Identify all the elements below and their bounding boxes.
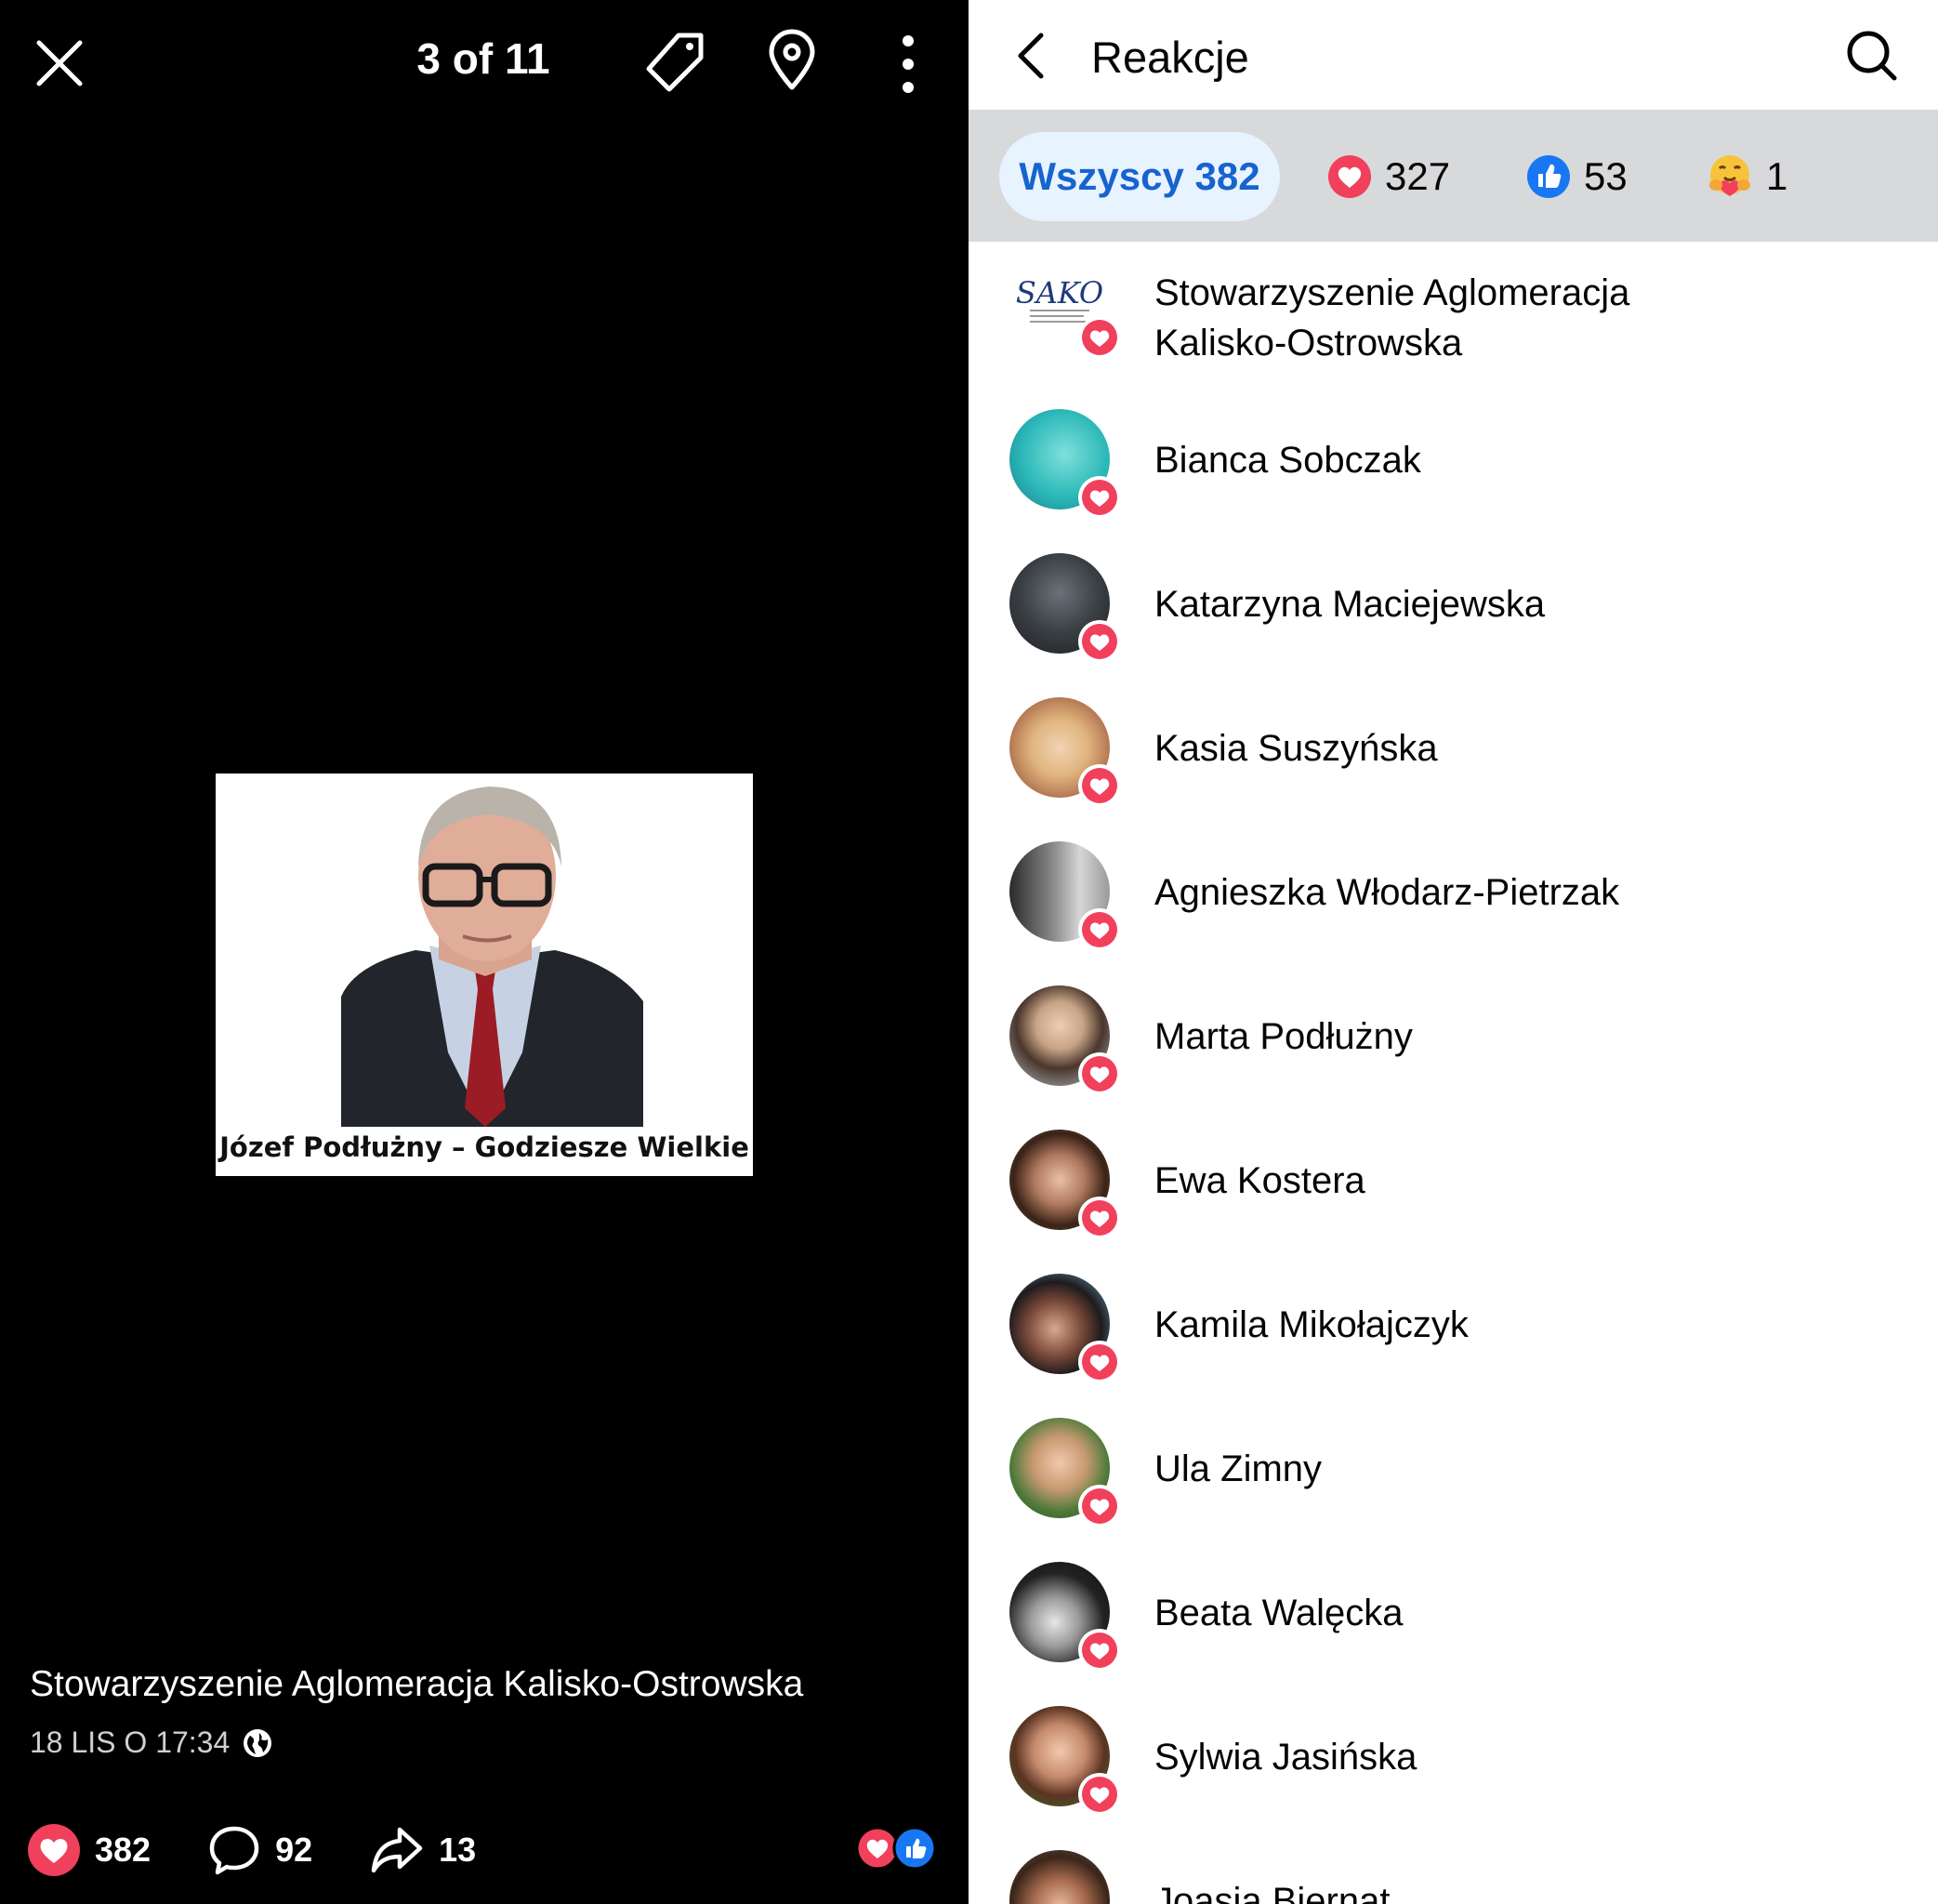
page-title: Reakcje [1091,33,1249,82]
person-name[interactable]: Beata Walęcka [1154,1588,1404,1638]
love-count: 327 [1385,154,1451,198]
comment-icon [209,1826,259,1875]
care-count: 1 [1766,154,1788,198]
love-badge-icon [1078,316,1121,359]
reactions-count: 382 [95,1831,152,1869]
filter-love-chip[interactable]: 327 [1327,132,1450,221]
person-name[interactable]: Kasia Suszyńska [1154,723,1438,774]
love-badge-icon [1078,1197,1121,1239]
list-item[interactable]: Ewa Kostera [969,1130,1938,1269]
post-meta: 18 LIS O 17:34 [30,1726,272,1760]
share-icon [371,1827,423,1873]
list-item[interactable]: Sylwia Jasińska [969,1706,1938,1845]
comments-count: 92 [275,1831,313,1869]
person-name[interactable]: Sylwia Jasińska [1154,1732,1417,1782]
search-icon [1847,31,1897,81]
shares-count: 13 [439,1831,477,1869]
love-badge-icon [1078,1341,1121,1383]
list-item[interactable]: Kasia Suszyńska [969,697,1938,837]
reactions-stat[interactable]: 382 [28,1824,151,1876]
chevron-left-icon [1018,33,1044,79]
love-badge-icon [1078,1052,1121,1095]
search-button[interactable] [1844,28,1900,84]
love-reaction-icon [1328,155,1371,198]
post-date: 18 LIS O 17:34 [30,1726,231,1759]
location-button[interactable] [764,28,820,93]
post-author[interactable]: Stowarzyszenie Aglomeracja Kalisko-Ostro… [30,1664,803,1705]
reactions-panel: Reakcje Wszyscy 382 327 53 1 SAKO Stowar… [969,0,1938,1904]
love-reaction-icon [28,1824,80,1876]
list-item[interactable]: Ula Zimny [969,1418,1938,1557]
close-button[interactable] [33,37,86,89]
love-badge-icon [1078,1629,1121,1672]
list-item[interactable]: Agnieszka Włodarz-Pietrzak [969,841,1938,981]
post-stats: 382 92 13 [28,1822,534,1878]
portrait-image [216,774,753,1127]
love-badge-icon [1078,908,1121,951]
like-count: 53 [1584,154,1628,198]
photo-counter: 3 of 11 [416,34,550,83]
love-badge-icon [1078,476,1121,519]
tag-icon [646,33,704,92]
list-item[interactable]: Marta Podłużny [969,985,1938,1125]
comments-stat[interactable]: 92 [208,1824,312,1876]
list-item[interactable]: Beata Walęcka [969,1562,1938,1701]
photo-viewer: 3 of 11 Józef Podłużny – Godziesze Wielk… [0,0,969,1904]
person-name[interactable]: Marta Podłużny [1154,1012,1413,1062]
love-badge-icon [1078,1773,1121,1816]
care-reaction-icon [1709,155,1750,196]
list-item[interactable]: Bianca Sobczak [969,409,1938,549]
location-pin-icon [769,29,815,90]
filter-care-chip[interactable]: 1 [1707,132,1787,221]
person-name[interactable]: Kamila Mikołajczyk [1154,1300,1469,1350]
list-item[interactable]: Kamila Mikołajczyk [969,1274,1938,1413]
person-name[interactable]: Joasia Biernat [1154,1876,1390,1904]
list-item[interactable]: Joasia Biernat [969,1850,1938,1904]
tag-button[interactable] [641,30,708,97]
love-badge-icon [1078,764,1121,807]
globe-icon [244,1728,272,1757]
close-icon [36,40,83,86]
post-photo[interactable]: Józef Podłużny – Godziesze Wielkie [216,774,753,1176]
back-button[interactable] [1009,30,1054,82]
list-item[interactable]: Katarzyna Maciejewska [969,553,1938,693]
avatar [1009,1850,1110,1904]
person-name[interactable]: Stowarzyszenie Aglomeracja Kalisko-Ostro… [1154,268,1629,368]
list-item[interactable]: SAKO Stowarzyszenie Aglomeracja Kalisko-… [969,249,1938,389]
person-name[interactable]: Bianca Sobczak [1154,435,1421,485]
love-badge-icon [1078,620,1121,663]
reaction-types-icon [855,1826,937,1871]
filter-like-chip[interactable]: 53 [1526,132,1628,221]
svg-text:SAKO: SAKO [1016,275,1103,311]
reaction-filter-bar: Wszyscy 382 327 53 1 [969,110,1938,242]
love-badge-icon [1078,1485,1121,1527]
photo-caption: Józef Podłużny – Godziesze Wielkie [219,1131,749,1163]
person-name[interactable]: Ewa Kostera [1154,1156,1365,1206]
person-name[interactable]: Ula Zimny [1154,1444,1322,1494]
person-name[interactable]: Katarzyna Maciejewska [1154,579,1545,629]
like-reaction-icon [1527,155,1570,198]
more-vertical-icon [903,35,914,93]
reactions-header: Reakcje [969,0,1938,110]
person-name[interactable]: Agnieszka Włodarz-Pietrzak [1154,867,1619,918]
more-options-button[interactable] [892,32,924,97]
shares-stat[interactable]: 13 [370,1824,476,1876]
filter-all-chip[interactable]: Wszyscy 382 [999,132,1280,221]
